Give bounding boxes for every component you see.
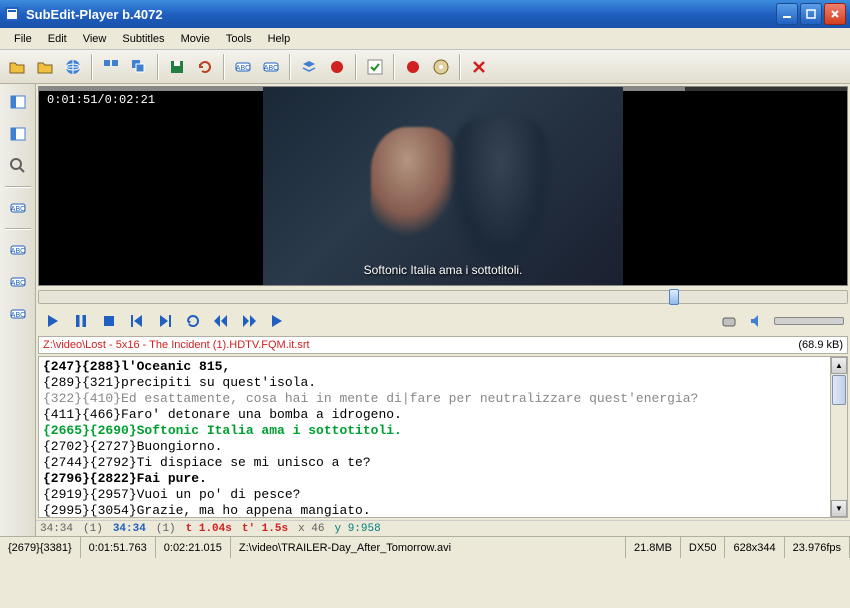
scroll-thumb[interactable] bbox=[832, 375, 846, 405]
subtitle-editor[interactable]: {247}{288}l'Oceanic 815,{289}{321}precip… bbox=[38, 356, 848, 518]
loop-button[interactable] bbox=[182, 310, 204, 332]
subtitle-line[interactable]: {411}{466}Faro' detonare una bomba a idr… bbox=[43, 407, 843, 423]
pos-b: 34:34 bbox=[113, 523, 146, 535]
device-icon[interactable] bbox=[718, 310, 740, 332]
volume-icon[interactable] bbox=[746, 310, 768, 332]
video-viewport[interactable]: 0:01:51/0:02:21 Softonic Italia ama i so… bbox=[38, 86, 848, 286]
subtitle-line[interactable]: {2665}{2690}Softonic Italia ama i sottot… bbox=[43, 423, 843, 439]
status-row: 34:34 (1) 34:34 (1) t 1.04s t' 1.5s x 46… bbox=[36, 520, 850, 536]
status-frames: {2679}{3381} bbox=[0, 537, 81, 558]
status-fps: 23.976fps bbox=[785, 537, 850, 558]
status-time: 0:01:51.763 bbox=[81, 537, 156, 558]
subtitle-line[interactable]: {322}{410}Ed esattamente, cosa hai in me… bbox=[43, 391, 843, 407]
svg-text:ABC: ABC bbox=[10, 280, 24, 287]
abc-split-icon[interactable]: ABC bbox=[4, 236, 32, 264]
maximize-button[interactable] bbox=[800, 3, 822, 25]
abc-right-icon[interactable]: ABC bbox=[4, 268, 32, 296]
main-toolbar: ABC ABC bbox=[0, 50, 850, 84]
menu-help[interactable]: Help bbox=[260, 31, 299, 47]
subtitle-line[interactable]: {2995}{3054}Grazie, ma ho appena mangiat… bbox=[43, 503, 843, 518]
subtitle-line[interactable]: {2702}{2727}Buongiorno. bbox=[43, 439, 843, 455]
window-cascade-icon[interactable] bbox=[126, 54, 152, 80]
stop-circle-icon[interactable] bbox=[400, 54, 426, 80]
scroll-down-icon[interactable]: ▼ bbox=[831, 500, 847, 517]
subtitle-file-size: (68.9 kB) bbox=[798, 339, 843, 351]
menu-movie[interactable]: Movie bbox=[173, 31, 218, 47]
step-back-button[interactable] bbox=[126, 310, 148, 332]
window-tile-icon[interactable] bbox=[98, 54, 124, 80]
coord-y: y 9:958 bbox=[335, 523, 381, 535]
subtitle-line[interactable]: {247}{288}l'Oceanic 815, bbox=[43, 359, 843, 375]
menu-edit[interactable]: Edit bbox=[40, 31, 75, 47]
pos-a: 34:34 bbox=[40, 523, 73, 535]
window-title: SubEdit-Player b.4072 bbox=[26, 7, 776, 22]
panel-left-icon[interactable] bbox=[4, 88, 32, 116]
volume-slider[interactable] bbox=[774, 317, 844, 325]
status-bar: {2679}{3381} 0:01:51.763 0:02:21.015 Z:\… bbox=[0, 536, 850, 558]
close-button[interactable] bbox=[824, 3, 846, 25]
menu-file[interactable]: File bbox=[6, 31, 40, 47]
record-icon[interactable] bbox=[324, 54, 350, 80]
scroll-up-icon[interactable]: ▲ bbox=[831, 357, 847, 374]
play2-button[interactable] bbox=[266, 310, 288, 332]
coord-x: x 46 bbox=[298, 523, 324, 535]
check-icon[interactable] bbox=[362, 54, 388, 80]
subtitle-file-bar: Z:\video\Lost - 5x16 - The Incident (1).… bbox=[38, 336, 848, 354]
menu-view[interactable]: View bbox=[75, 31, 115, 47]
panel-right-icon[interactable] bbox=[4, 120, 32, 148]
count-b: (1) bbox=[156, 523, 176, 535]
menubar: FileEditViewSubtitlesMovieToolsHelp bbox=[0, 28, 850, 50]
next-button[interactable] bbox=[238, 310, 260, 332]
refresh-icon[interactable] bbox=[192, 54, 218, 80]
subtitle-file-path: Z:\video\Lost - 5x16 - The Incident (1).… bbox=[43, 339, 798, 351]
subtitle-line[interactable]: {2796}{2822}Fai pure. bbox=[43, 471, 843, 487]
pause-button[interactable] bbox=[70, 310, 92, 332]
open-folder-icon[interactable] bbox=[32, 54, 58, 80]
video-frame bbox=[263, 87, 623, 285]
disk-icon[interactable] bbox=[164, 54, 190, 80]
titlebar: SubEdit-Player b.4072 bbox=[0, 0, 850, 28]
video-subtitle-overlay: Softonic Italia ama i sottotitoli. bbox=[39, 263, 847, 277]
open-file-icon[interactable] bbox=[4, 54, 30, 80]
minimize-button[interactable] bbox=[776, 3, 798, 25]
abc-left-icon[interactable]: ABC bbox=[4, 300, 32, 328]
count-a: (1) bbox=[83, 523, 103, 535]
prev-button[interactable] bbox=[210, 310, 232, 332]
timing-t: t 1.04s bbox=[186, 523, 232, 535]
seek-thumb[interactable] bbox=[669, 289, 679, 305]
svg-text:ABC: ABC bbox=[236, 65, 250, 72]
status-resolution: 628x344 bbox=[725, 537, 784, 558]
menu-tools[interactable]: Tools bbox=[218, 31, 260, 47]
svg-text:ABC: ABC bbox=[10, 312, 24, 319]
zoom-icon[interactable] bbox=[4, 152, 32, 180]
stop-button[interactable] bbox=[98, 310, 120, 332]
play-button[interactable] bbox=[42, 310, 64, 332]
playback-controls bbox=[36, 306, 850, 336]
abc-check-icon[interactable]: ABC bbox=[230, 54, 256, 80]
step-fwd-button[interactable] bbox=[154, 310, 176, 332]
side-toolbar: ABC ABC ABC ABC bbox=[0, 84, 36, 536]
cd-icon[interactable] bbox=[428, 54, 454, 80]
subtitle-line[interactable]: {289}{321}precipiti su quest'isola. bbox=[43, 375, 843, 391]
status-codec: DX50 bbox=[681, 537, 726, 558]
status-size: 21.8MB bbox=[626, 537, 681, 558]
svg-text:ABC: ABC bbox=[10, 248, 24, 255]
timing-t2: t' 1.5s bbox=[242, 523, 288, 535]
subtitle-line[interactable]: {2919}{2957}Vuoi un po' di pesce? bbox=[43, 487, 843, 503]
seek-bar[interactable] bbox=[38, 290, 848, 304]
subtitle-line[interactable]: {2744}{2792}Ti dispiace se mi unisco a t… bbox=[43, 455, 843, 471]
globe-icon[interactable] bbox=[60, 54, 86, 80]
close-x-icon[interactable] bbox=[466, 54, 492, 80]
status-path: Z:\video\TRAILER-Day_After_Tomorrow.avi bbox=[231, 537, 626, 558]
app-icon bbox=[4, 6, 20, 22]
status-duration: 0:02:21.015 bbox=[156, 537, 231, 558]
abc-box-icon[interactable]: ABC bbox=[258, 54, 284, 80]
menu-subtitles[interactable]: Subtitles bbox=[114, 31, 172, 47]
svg-text:ABC: ABC bbox=[10, 206, 24, 213]
layers-icon[interactable] bbox=[296, 54, 322, 80]
video-time-badge: 0:01:51/0:02:21 bbox=[43, 91, 159, 109]
scrollbar[interactable]: ▲ ▼ bbox=[830, 357, 847, 517]
abc-down-icon[interactable]: ABC bbox=[4, 194, 32, 222]
svg-text:ABC: ABC bbox=[264, 65, 278, 72]
